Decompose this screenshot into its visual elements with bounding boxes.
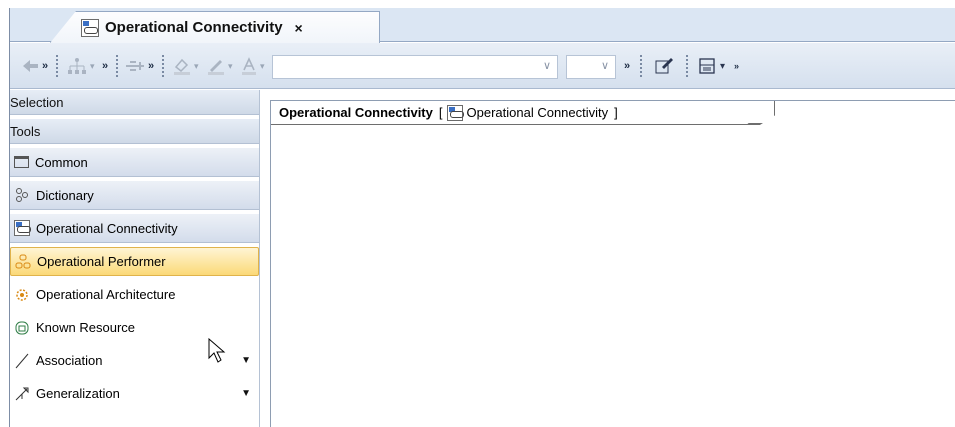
- layout-options-dropdown-icon[interactable]: ▾: [720, 55, 725, 77]
- layout-tree-icon[interactable]: [66, 55, 88, 77]
- chevron-down-icon: ∨: [542, 60, 551, 72]
- chevron-down-icon[interactable]: ▼: [241, 388, 251, 399]
- toolbar-overflow-chevron[interactable]: »: [148, 55, 154, 77]
- font-color-icon[interactable]: [240, 55, 258, 77]
- layout-options-icon[interactable]: [698, 55, 716, 77]
- line-color-dropdown-icon[interactable]: ▾: [228, 55, 233, 77]
- editor-window: Operational Connectivity × » ▾ » » ▾ ▾ ▾…: [9, 8, 955, 427]
- known-resource-icon: [14, 320, 30, 336]
- tab-title: Operational Connectivity: [105, 19, 283, 36]
- back-arrow-icon[interactable]: [20, 55, 40, 77]
- diagram-frame-header: Operational Connectivity [ Operational C…: [271, 101, 775, 125]
- diagram-palette: Selection Tools Common Dictionary Operat…: [10, 90, 260, 427]
- toolbar-overflow-chevron[interactable]: »: [42, 55, 48, 77]
- fill-color-dropdown-icon[interactable]: ▾: [194, 55, 199, 77]
- diagram-bracket-open: [: [438, 105, 443, 120]
- palette-item-operational-performer[interactable]: Operational Performer: [10, 247, 259, 276]
- palette-group-label: Common: [35, 154, 88, 170]
- operational-connectivity-icon: [14, 220, 31, 236]
- toolbar-grip[interactable]: [640, 55, 643, 77]
- palette-item-generalization[interactable]: Generalization ▼: [10, 379, 259, 408]
- diagram-canvas[interactable]: Operational Connectivity [ Operational C…: [270, 100, 955, 427]
- insert-row-icon[interactable]: [124, 55, 146, 77]
- palette-group-label: Dictionary: [36, 187, 94, 203]
- operational-connectivity-icon: [446, 104, 464, 121]
- palette-selection-label: Selection: [10, 94, 64, 110]
- font-color-dropdown-icon[interactable]: ▾: [260, 55, 265, 77]
- tab-bar: Operational Connectivity ×: [10, 8, 955, 43]
- operational-performer-icon: [15, 254, 31, 270]
- tab-operational-connectivity[interactable]: Operational Connectivity ×: [50, 11, 380, 43]
- palette-group-label: Operational Connectivity: [36, 220, 178, 236]
- palette-item-label: Association: [36, 353, 103, 368]
- close-tab-icon[interactable]: ×: [295, 20, 303, 36]
- toolbar-grip[interactable]: [686, 55, 689, 77]
- dictionary-icon: [14, 187, 30, 203]
- palette-item-label: Operational Architecture: [36, 287, 176, 302]
- diagram-title: Operational Connectivity: [279, 105, 433, 120]
- layout-dropdown-icon[interactable]: ▾: [90, 55, 95, 77]
- palette-tools-label: Tools: [10, 123, 41, 139]
- diagram-toolbar: » ▾ » » ▾ ▾ ▾ ∨ ∨ » ▾ »: [10, 43, 955, 89]
- palette-group-dictionary[interactable]: Dictionary: [10, 181, 259, 210]
- line-color-icon[interactable]: [206, 55, 226, 77]
- fill-color-icon[interactable]: [172, 55, 192, 77]
- palette-selection-header[interactable]: Selection: [10, 90, 259, 115]
- folder-icon: [14, 156, 29, 168]
- diagram-type-label: Operational Connectivity: [466, 105, 609, 120]
- palette-group-operational-connectivity[interactable]: Operational Connectivity: [10, 214, 259, 243]
- palette-tools-header[interactable]: Tools: [10, 119, 259, 144]
- generalization-arrow-icon: [14, 386, 30, 402]
- palette-item-operational-architecture[interactable]: Operational Architecture: [10, 280, 259, 309]
- operational-connectivity-icon: [81, 18, 99, 37]
- palette-item-label: Known Resource: [36, 320, 135, 335]
- palette-group-common[interactable]: Common: [10, 148, 259, 177]
- toolbar-overflow-chevron[interactable]: »: [734, 55, 739, 77]
- toolbar-overflow-chevron[interactable]: »: [102, 55, 108, 77]
- mouse-pointer-icon: [208, 338, 226, 363]
- toolbar-grip[interactable]: [116, 55, 119, 77]
- association-line-icon: [14, 353, 30, 369]
- edit-shape-icon[interactable]: [654, 55, 674, 77]
- palette-item-label: Generalization: [36, 386, 120, 401]
- palette-item-label: Operational Performer: [37, 254, 166, 269]
- chevron-down-icon: ∨: [600, 60, 609, 72]
- toolbar-overflow-chevron[interactable]: »: [624, 55, 630, 77]
- font-size-combo[interactable]: ∨: [566, 55, 616, 79]
- operational-architecture-icon: [14, 287, 30, 303]
- font-family-combo[interactable]: ∨: [272, 55, 558, 79]
- chevron-down-icon[interactable]: ▼: [241, 355, 251, 366]
- toolbar-grip[interactable]: [162, 55, 165, 77]
- toolbar-grip[interactable]: [56, 55, 59, 77]
- diagram-bracket-close: ]: [614, 105, 618, 120]
